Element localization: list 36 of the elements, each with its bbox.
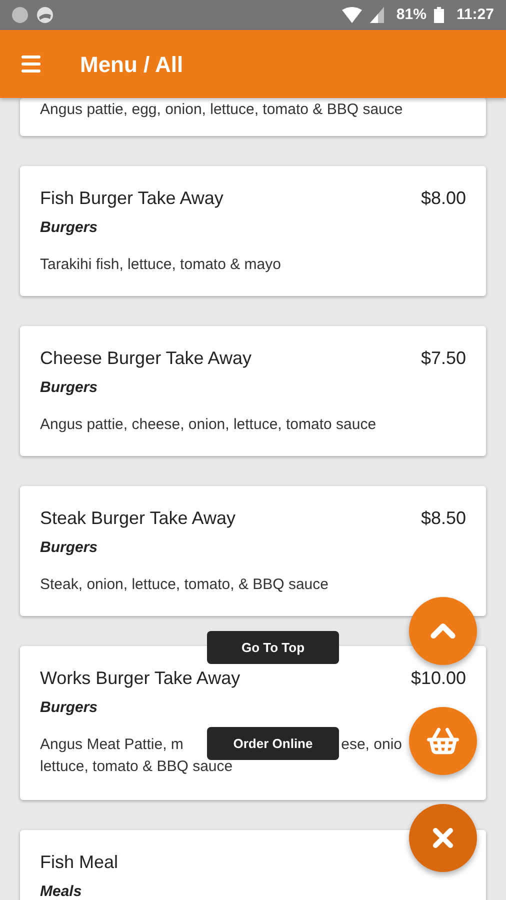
item-category: Meals	[40, 883, 82, 900]
app-title: Menu / All	[80, 50, 184, 78]
item-description: Tarakihi fish, lettuce, tomato & mayo	[40, 255, 282, 275]
item-name: Steak Burger Take Away	[40, 507, 236, 530]
battery-percent: 81%	[396, 4, 426, 25]
item-name: Fish Burger Take Away	[40, 187, 224, 210]
item-name: Works Burger Take Away	[40, 667, 240, 690]
action-tooltip: Order Online	[207, 727, 339, 760]
menu-card[interactable]: Fish Meal Meals	[20, 830, 486, 900]
item-description: Angus pattie, egg, onion, lettuce, tomato & BBQ sauce	[40, 100, 404, 120]
item-price: $7.50	[420, 347, 466, 370]
clock: 11:27	[456, 4, 494, 25]
item-name: Cheese Burger Take Away	[40, 347, 252, 370]
item-price: $8.00	[420, 187, 466, 210]
item-description: ese, onio	[341, 735, 402, 755]
globe-icon	[36, 6, 54, 24]
battery-icon	[434, 7, 444, 23]
item-name: Fish Meal	[40, 851, 118, 874]
item-category: Burgers	[40, 539, 98, 556]
item-price: $8.50	[420, 507, 466, 530]
action-tooltip: Go To Top	[207, 631, 339, 664]
item-category: Burgers	[40, 699, 98, 716]
item-description: Angus Meat Pattie, m	[40, 735, 184, 755]
menu-card[interactable]: Angus pattie, egg, onion, lettuce, tomato & BBQ sauce	[20, 98, 486, 136]
wifi-icon	[342, 7, 362, 23]
item-category: Burgers	[40, 219, 98, 236]
menu-card[interactable]: Steak Burger Take Away $8.50 Burgers Steak, onion, lettuce, tomato, & BBQ sauce	[20, 486, 486, 616]
signal-icon	[370, 7, 384, 23]
item-description: Angus pattie, cheese, onion, lettuce, tomato sauce	[40, 415, 378, 435]
close-fab[interactable]	[409, 804, 477, 872]
item-category: Burgers	[40, 379, 98, 396]
item-price: $10.00	[410, 667, 466, 690]
item-description: Steak, onion, lettuce, tomato, & BBQ sauce	[40, 575, 330, 595]
menu-card[interactable]: Fish Burger Take Away $8.00 Burgers Tarakihi fish, lettuce, tomato & mayo	[20, 166, 486, 296]
item-description: lettuce, tomato & BBQ sauce	[40, 757, 234, 777]
menu-card[interactable]: Cheese Burger Take Away $7.50 Burgers Angus pattie, cheese, onion, lettuce, tomato sauce	[20, 326, 486, 456]
